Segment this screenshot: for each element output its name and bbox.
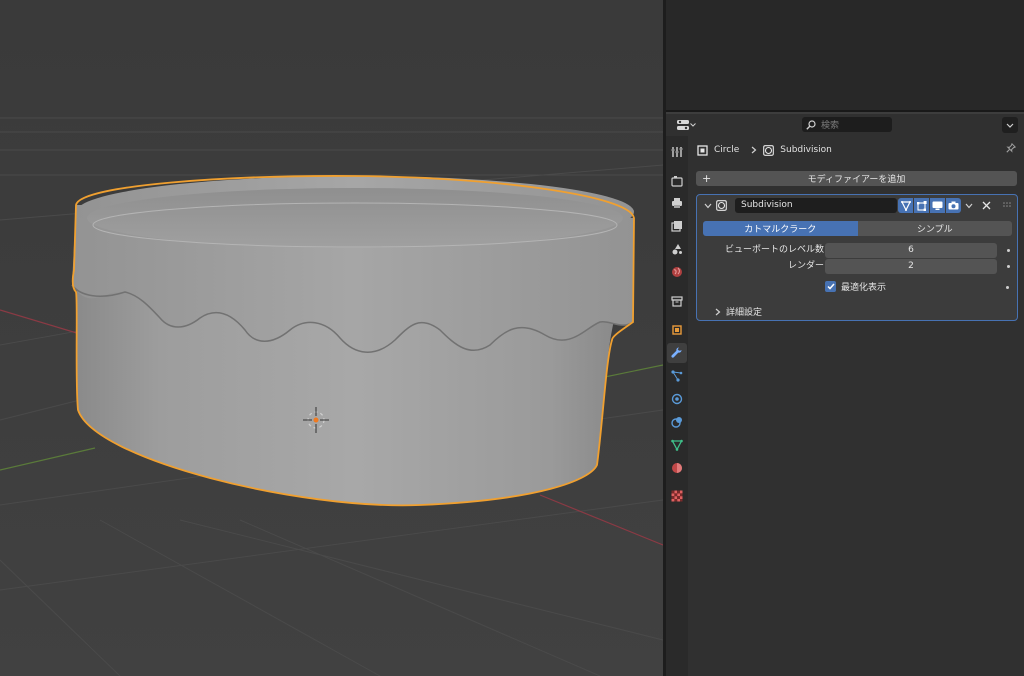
options-dropdown-button[interactable] [1002,117,1018,133]
grip-icon [1003,202,1011,207]
keyframe-dot-icon[interactable] [1007,249,1010,252]
material-icon [672,463,682,473]
tab-object-data[interactable] [667,435,687,455]
chevron-down-icon [1006,123,1014,128]
optimal-display-label: 最適化表示 [841,282,887,293]
editor-type-button[interactable] [675,117,697,133]
modifier-menu-dropdown[interactable] [965,202,973,212]
plus-icon: + [702,172,712,185]
levels-viewport-field[interactable]: 6 [825,243,997,258]
tab-material[interactable] [667,458,687,478]
subdivision-modifier-icon [763,144,775,156]
chevron-down-icon [689,123,696,127]
drag-handle[interactable] [1003,201,1011,211]
tab-tool[interactable] [667,142,687,162]
subdivision-modifier-panel: Subdivision カトマルクラーク シンプル ビューポートのレベル数 6 … [696,194,1018,321]
levels-viewport-label: ビューポートのレベル数 [724,245,824,255]
tab-view-layer[interactable] [667,216,687,236]
checkmark-icon [826,283,835,290]
tab-constraints[interactable] [667,412,687,432]
tab-texture[interactable] [667,486,687,506]
breadcrumb: Circle Subdivision [697,142,832,158]
world-icon [672,267,682,277]
modifier-header: Subdivision [697,195,1017,217]
render-levels-row: レンダー 2 [703,259,1012,274]
add-modifier-button[interactable]: + モディファイアーを追加 [696,171,1017,186]
add-modifier-label: モディファイアーを追加 [807,175,906,185]
chevron-right-icon [715,308,721,315]
pin-icon [1006,142,1017,153]
modifier-wrench-icon [671,347,682,358]
advanced-subpanel-header[interactable]: 詳細設定 [715,305,762,318]
subdivision-type-selector: カトマルクラーク シンプル [703,221,1012,236]
properties-header: 検索 [666,114,1024,136]
levels-viewport-row: ビューポートのレベル数 6 [703,243,1012,258]
object-icon [672,325,682,335]
tab-modifiers[interactable] [667,343,687,363]
chevron-down-icon [704,203,712,209]
tab-render[interactable] [667,171,687,191]
chevron-right-icon [751,146,757,154]
viewport-scene [0,0,663,676]
viewport-display-toggle[interactable] [930,198,945,213]
tab-scene[interactable] [667,239,687,259]
optimal-display-checkbox[interactable]: 最適化表示 [825,280,887,293]
constraints-icon [671,417,682,428]
texture-icon [671,490,683,502]
viewport-display-icon [932,201,943,210]
modifier-type-icon-wrap [716,200,727,214]
render-camera-icon [948,201,959,210]
render-levels-label: レンダー [787,261,824,271]
physics-icon [671,393,683,405]
search-icon [806,119,816,130]
render-toggle[interactable] [946,198,961,213]
search-input[interactable]: 検索 [802,117,892,132]
breadcrumb-object-name: Circle [714,145,740,155]
edit-mode-toggle[interactable] [914,198,929,213]
close-icon [982,201,991,210]
tab-physics[interactable] [667,389,687,409]
collection-icon [671,296,683,307]
tool-icon [671,147,683,157]
simple-option[interactable]: シンプル [857,221,1012,236]
outliner-area[interactable] [666,0,1024,112]
properties-tab-column [666,136,688,676]
tab-particles[interactable] [667,366,687,386]
output-icon [672,198,682,208]
checkbox-checked[interactable] [825,280,836,292]
edit-mode-icon [916,200,927,211]
advanced-label: 詳細設定 [726,308,763,318]
properties-editor-icon [676,120,689,130]
on-cage-toggle[interactable] [898,198,913,213]
search-placeholder: 検索 [821,121,840,131]
properties-panel: Circle Subdivision + モディファイアーを追加 Subdivi… [688,136,1024,676]
object-icon [697,144,708,156]
modifier-visibility-toggles [898,198,961,213]
view-layer-icon [671,221,682,232]
particles-icon [671,370,683,382]
keyframe-dot-icon[interactable] [1006,286,1009,289]
3d-viewport[interactable] [0,0,663,676]
render-levels-field[interactable]: 2 [825,259,997,274]
tab-world[interactable] [667,262,687,282]
render-icon [671,176,683,187]
on-cage-icon [900,200,911,211]
catmull-clark-option[interactable]: カトマルクラーク [703,221,858,236]
tab-collection[interactable] [667,291,687,311]
tab-object[interactable] [667,320,687,340]
circle-mesh-object[interactable] [71,175,635,507]
breadcrumb-modifier-name: Subdivision [780,145,832,155]
remove-modifier-button[interactable] [982,201,991,213]
collapse-toggle[interactable] [704,202,712,212]
subdivision-modifier-icon [716,200,727,211]
object-data-icon [671,439,683,451]
scene-icon [672,244,682,255]
tab-output[interactable] [667,193,687,213]
chevron-down-icon [965,203,973,209]
pin-button[interactable] [1006,142,1017,156]
modifier-name-field[interactable]: Subdivision [735,198,897,213]
keyframe-dot-icon[interactable] [1007,265,1010,268]
